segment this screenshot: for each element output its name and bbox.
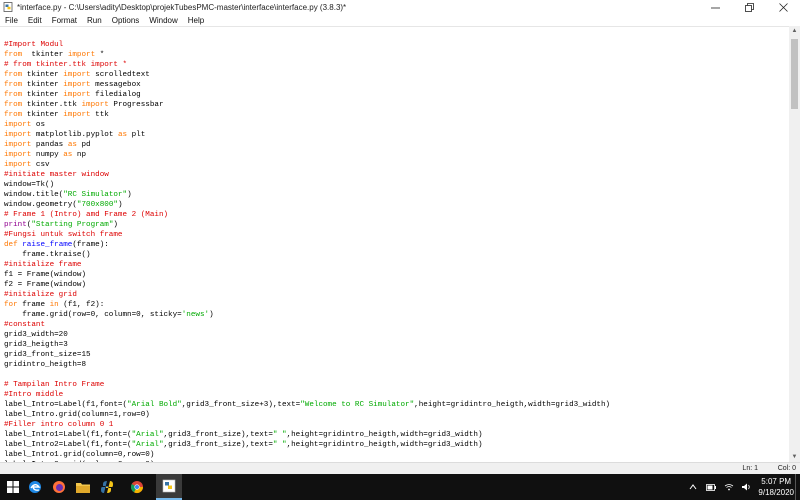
menu-options[interactable]: Options [107,16,145,25]
network-icon[interactable] [724,482,734,492]
show-desktop-button[interactable] [795,474,800,500]
code-line[interactable]: #initialize frame [4,260,610,270]
menu-bar: File Edit Format Run Options Window Help [0,14,800,26]
window-title: *interface.py - C:\Users\adity\Desktop\p… [17,2,347,12]
code-line[interactable]: import matplotlib.pyplot as plt [4,130,610,140]
code-line[interactable]: #Intro middle [4,390,610,400]
code-line[interactable]: grid3_front_size=15 [4,350,610,360]
taskbar-idle-editor[interactable] [156,474,182,500]
code-line[interactable]: def raise_frame(frame): [4,240,610,250]
chevron-up-icon: ▲ [791,28,798,34]
code-line[interactable]: from tkinter import messagebox [4,80,610,90]
menu-run[interactable]: Run [82,16,107,25]
taskbar-file-explorer[interactable] [72,474,94,500]
code-line[interactable]: from tkinter import ttk [4,110,610,120]
firefox-icon [53,481,65,493]
clock-date: 9/18/2020 [758,488,794,497]
code-line[interactable]: grid3_width=20 [4,330,610,340]
code-line[interactable]: label_Intro2=Label(f1,font=("Arial",grid… [4,440,610,450]
menu-window[interactable]: Window [144,16,182,25]
code-line[interactable]: import os [4,120,610,130]
menu-format[interactable]: Format [47,16,82,25]
edge-icon [29,481,41,493]
taskbar-chrome[interactable] [126,474,148,500]
code-line[interactable]: grid3_heigth=3 [4,340,610,350]
battery-icon[interactable] [706,482,716,492]
code-line[interactable]: label_Intro1=Label(f1,font=("Arial",grid… [4,430,610,440]
title-bar: *interface.py - C:\Users\adity\Desktop\p… [0,0,800,14]
vertical-scrollbar[interactable]: ▲ ▼ [789,26,800,462]
code-line[interactable]: window.title("RC Simulator") [4,190,610,200]
code-line[interactable]: #Import Modul [4,40,610,50]
code-line[interactable]: from tkinter import filedialog [4,90,610,100]
code-line[interactable]: gridintro_heigth=8 [4,360,610,370]
code-line[interactable]: label_Intro.grid(column=1,row=0) [4,410,610,420]
python-file-icon [3,2,13,12]
taskbar: 5:07 PM 9/18/2020 [0,474,800,500]
code-line[interactable]: for frame in (f1, f2): [4,300,610,310]
restore-icon [744,2,754,12]
minimize-button[interactable] [698,0,732,14]
code-line[interactable]: #initialize grid [4,290,610,300]
clock[interactable]: 5:07 PM 9/18/2020 [758,476,794,498]
scroll-thumb[interactable] [791,39,798,109]
code-line[interactable]: print("Starting Program") [4,220,610,230]
close-button[interactable] [766,0,800,14]
close-icon [778,2,788,12]
column-indicator: Col: 0 [777,465,796,472]
minimize-icon [710,7,720,8]
code-editor[interactable]: #Import Modul from tkinter import * # from… [0,26,789,463]
line-indicator: Ln: 1 [742,465,758,472]
code-line[interactable]: import pandas as pd [4,140,610,150]
code-line[interactable]: from tkinter import * [4,50,610,60]
code-line[interactable]: #initiate master window [4,170,610,180]
code-line[interactable]: # from tkinter.ttk import * [4,60,610,70]
code-line[interactable]: import numpy as np [4,150,610,160]
idle-editor-icon [162,479,176,493]
code-line[interactable]: label_Intro=Label(f1,font=("Arial Bold",… [4,400,610,410]
code-line[interactable]: #Fungsi untuk switch frame [4,230,610,240]
code-line[interactable]: from tkinter.ttk import Progressbar [4,100,610,110]
chevron-down-icon: ▼ [791,454,798,460]
code-line[interactable]: # Tampilan Intro Frame [4,380,610,390]
code-line[interactable]: f2 = Frame(window) [4,280,610,290]
code-line[interactable]: #Filler intro column 0 1 [4,420,610,430]
python-icon [101,481,113,493]
code-line[interactable]: from tkinter import scrolledtext [4,70,610,80]
start-button[interactable] [2,474,24,500]
code-line[interactable]: import csv [4,160,610,170]
system-tray [688,482,752,492]
code-line[interactable]: f1 = Frame(window) [4,270,610,280]
code-line[interactable]: frame.tkraise() [4,250,610,260]
volume-icon[interactable] [742,482,752,492]
taskbar-edge[interactable] [24,474,46,500]
scroll-down-button[interactable]: ▼ [789,452,800,462]
code-line[interactable]: window.geometry("700x800") [4,200,610,210]
code-text[interactable]: #Import Modul from tkinter import * # from… [4,40,610,463]
clock-time: 5:07 PM [761,477,792,486]
scroll-up-button[interactable]: ▲ [789,26,800,36]
menu-help[interactable]: Help [183,16,209,25]
code-line[interactable]: window=Tk() [4,180,610,190]
taskbar-python[interactable] [96,474,118,500]
chevron-up-icon[interactable] [688,482,698,492]
menu-file[interactable]: File [0,16,23,25]
maximize-button[interactable] [732,0,766,14]
windows-logo-icon [7,481,19,493]
menu-edit[interactable]: Edit [23,16,47,25]
code-line[interactable]: label_Intro1.grid(column=0,row=0) [4,450,610,460]
code-line[interactable]: frame.grid(row=0, column=0, sticky='news… [4,310,610,320]
folder-icon [76,483,90,493]
taskbar-firefox[interactable] [48,474,70,500]
code-line[interactable]: # Frame 1 (Intro) amd Frame 2 (Main) [4,210,610,220]
code-line[interactable]: #constant [4,320,610,330]
code-line[interactable] [4,370,610,380]
chrome-icon [130,481,143,494]
